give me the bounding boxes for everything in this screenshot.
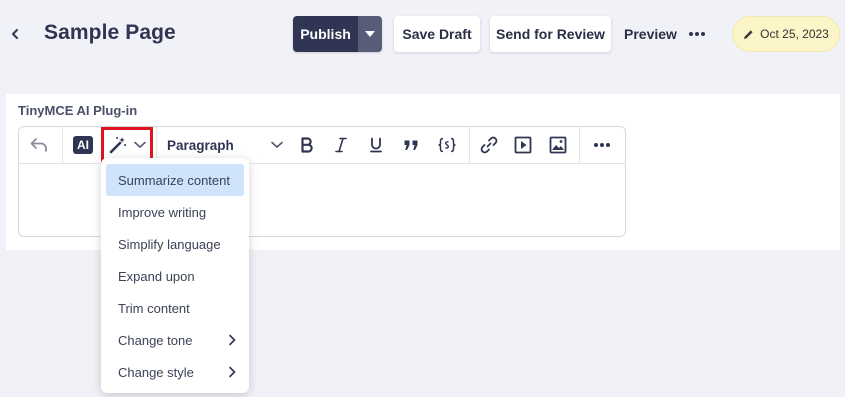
page-title: Sample Page [44, 21, 176, 44]
menu-item-change-tone[interactable]: Change tone [106, 324, 244, 356]
menu-item-expand-upon[interactable]: Expand upon [106, 260, 244, 292]
ai-shortcuts-menu: Summarize content Improve writing Simpli… [101, 158, 249, 393]
publish-button[interactable]: Publish [293, 16, 358, 52]
toolbar-separator [62, 127, 63, 164]
menu-item-label: Expand upon [118, 268, 195, 284]
chevron-right-icon [229, 366, 236, 378]
media-play-icon [514, 136, 532, 154]
insert-image-button[interactable] [546, 132, 570, 158]
send-for-review-button[interactable]: Send for Review [490, 16, 611, 52]
menu-item-change-style[interactable]: Change style [106, 356, 244, 388]
bold-icon [301, 137, 313, 153]
image-icon [549, 136, 567, 154]
chevron-down-icon [271, 141, 283, 149]
date-badge[interactable]: Oct 25, 2023 [732, 16, 840, 52]
menu-item-label: Trim content [118, 300, 190, 316]
ai-assistant-button[interactable]: AI [71, 132, 95, 158]
link-icon [480, 136, 498, 154]
toolbar-separator [469, 127, 470, 164]
more-options-icon[interactable] [688, 26, 706, 42]
menu-item-label: Change tone [118, 332, 193, 348]
menu-item-summarize-content[interactable]: Summarize content [106, 164, 244, 196]
publish-button-group: Publish [293, 16, 382, 52]
code-braces-icon [438, 137, 456, 153]
date-text: Oct 25, 2023 [760, 27, 829, 41]
italic-icon [335, 137, 347, 153]
menu-item-label: Simplify language [118, 236, 221, 252]
caret-down-icon [365, 31, 375, 37]
menu-item-label: Change style [118, 364, 194, 380]
menu-item-label: Improve writing [118, 204, 207, 220]
section-label: TinyMCE AI Plug-in [18, 103, 138, 118]
undo-button[interactable] [25, 132, 53, 158]
underline-button[interactable] [364, 132, 388, 158]
pencil-icon [744, 29, 753, 39]
undo-icon [30, 138, 47, 152]
toolbar-separator [579, 127, 580, 164]
insert-media-button[interactable] [511, 132, 535, 158]
chevron-left-icon[interactable] [8, 26, 22, 42]
menu-item-label: Summarize content [118, 172, 230, 188]
preview-button[interactable]: Preview [624, 26, 677, 42]
menu-item-trim-content[interactable]: Trim content [106, 292, 244, 324]
italic-button[interactable] [329, 132, 353, 158]
bold-button[interactable] [295, 132, 319, 158]
insert-link-button[interactable] [477, 132, 501, 158]
more-horizontal-icon [594, 143, 610, 147]
more-toolbar-button[interactable] [589, 132, 615, 158]
top-bar: Sample Page Publish Save Draft Send for … [0, 0, 845, 68]
menu-item-simplify-language[interactable]: Simplify language [106, 228, 244, 260]
menu-item-improve-writing[interactable]: Improve writing [106, 196, 244, 228]
save-draft-button[interactable]: Save Draft [394, 16, 480, 52]
publish-options-button[interactable] [358, 16, 382, 52]
block-format-value: Paragraph [167, 137, 234, 153]
code-sample-button[interactable] [433, 132, 461, 158]
chevron-right-icon [229, 334, 236, 346]
underline-icon [370, 137, 382, 153]
quote-icon [404, 140, 418, 150]
block-format-select[interactable]: Paragraph [165, 132, 287, 158]
ai-icon: AI [73, 136, 93, 154]
blockquote-button[interactable] [399, 132, 423, 158]
